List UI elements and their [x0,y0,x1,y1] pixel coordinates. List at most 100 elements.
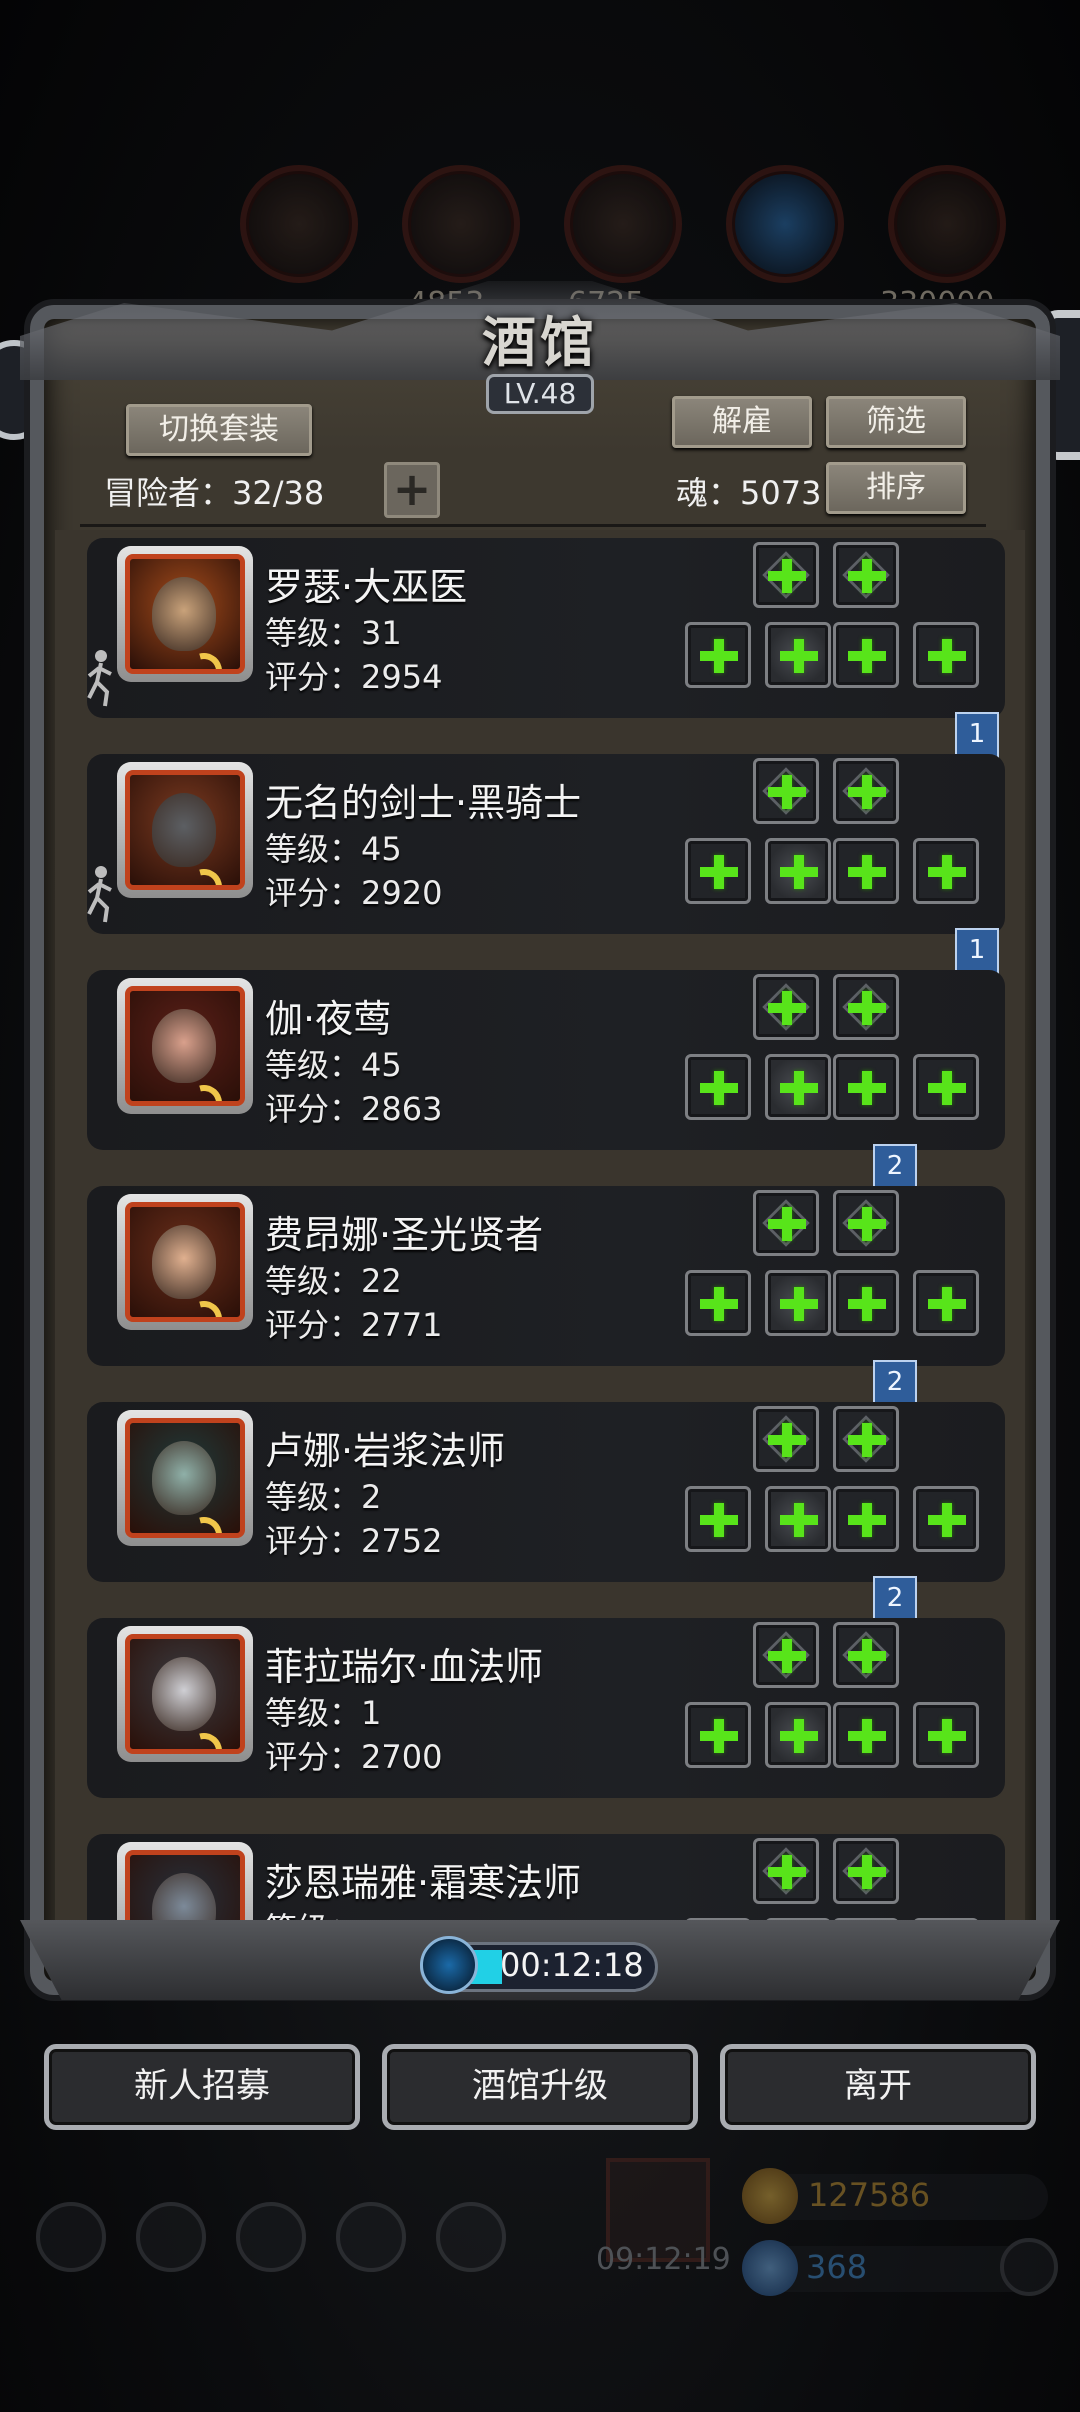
accessory-slot[interactable] [833,1838,899,1904]
green-plus-icon [848,1501,886,1537]
helmet-slot[interactable] [833,1702,899,1768]
helmet-slot[interactable] [833,1486,899,1552]
accessory-slot[interactable] [753,1190,819,1256]
green-plus-icon [700,1717,738,1753]
adventurer-card[interactable]: 卢娜·岩浆法师 等级：2 评分：2752 [87,1402,1005,1582]
adventurer-score: 评分：2920 [265,874,443,912]
green-plus-icon [848,1853,886,1889]
adventurer-name: 伽·夜莺 [265,997,392,1041]
green-plus-icon [768,773,806,809]
green-plus-icon [848,557,886,593]
boots-slot[interactable] [913,622,979,688]
armor-slot[interactable] [765,1270,831,1336]
green-plus-icon [848,853,886,889]
adventurer-card[interactable]: 莎恩瑞雅·霜寒法师等级： [87,1834,1005,1922]
weapon-slot[interactable] [685,1486,751,1552]
portrait-frame [125,1634,245,1754]
adventurer-portrait[interactable] [117,978,253,1114]
add-gems-icon[interactable] [1000,2238,1058,2296]
weapon-slot[interactable] [685,622,751,688]
green-plus-icon [700,1501,738,1537]
boots-slot[interactable] [913,1054,979,1120]
helmet-slot[interactable] [833,838,899,904]
green-plus-icon [768,1637,806,1673]
portrait-frame [125,1202,245,1322]
adventurer-card[interactable]: 罗瑟·大巫医 等级：31 评分：2954 [87,538,1005,718]
boots-slot[interactable] [913,838,979,904]
recruit-button[interactable]: 新人招募 [44,2044,360,2130]
dismiss-button[interactable]: 解雇 [672,396,812,448]
accessory-slot[interactable] [753,1622,819,1688]
dice-icon[interactable] [436,2202,506,2272]
accessory-slot[interactable] [753,1406,819,1472]
accessory-slot[interactable] [833,1190,899,1256]
adventurer-name: 莎恩瑞雅·霜寒法师 [265,1861,582,1905]
adventurer-card[interactable]: 费昂娜·圣光贤者 等级：22 评分：2771 [87,1186,1005,1366]
hero-face [152,1441,216,1515]
leave-button[interactable]: 离开 [720,2044,1036,2130]
adventurer-score: 评分：2954 [265,658,443,696]
hero-face [152,1873,216,1922]
iron-resource-icon [888,165,1006,283]
adventurer-card[interactable]: 伽·夜莺 等级：45 评分：2863 [87,970,1005,1150]
adventurer-name: 无名的剑士·黑骑士 [265,781,582,825]
green-plus-icon [768,1421,806,1457]
green-plus-icon [848,1205,886,1241]
weapon-slot[interactable] [685,1054,751,1120]
filter-button[interactable]: 筛选 [826,396,966,448]
weapon-slot[interactable] [685,838,751,904]
adventurer-portrait[interactable] [117,1194,253,1330]
armor-slot[interactable] [765,622,831,688]
stone-resource-icon [564,165,682,283]
portrait-frame [125,770,245,890]
add-slot-button[interactable]: + [384,462,440,518]
green-plus-icon [768,557,806,593]
accessory-slot[interactable] [833,974,899,1040]
accessory-slot[interactable] [833,542,899,608]
helmet-slot[interactable] [833,1054,899,1120]
food-resource-icon [240,165,358,283]
green-plus-icon [928,1501,966,1537]
boots-slot[interactable] [913,1270,979,1336]
adventurer-portrait[interactable] [117,1626,253,1762]
adventurer-name: 费昂娜·圣光贤者 [265,1213,544,1257]
armor-slot[interactable] [765,1486,831,1552]
armor-slot[interactable] [765,838,831,904]
green-plus-icon [780,1285,818,1321]
adventurer-card[interactable]: 无名的剑士·黑骑士 等级：45 评分：2920 [87,754,1005,934]
helmet-slot[interactable] [833,622,899,688]
hero-face [152,1009,216,1083]
adventurer-level: 等级：1 [265,1694,382,1732]
weapon-slot[interactable] [685,1270,751,1336]
accessory-slot[interactable] [753,542,819,608]
adventurer-list[interactable]: 罗瑟·大巫医 等级：31 评分：2954 1 无名的剑士·黑骑士 等级：45 评分：2920… [55,530,1025,1922]
adventurer-portrait[interactable] [117,1842,253,1922]
mail-icon[interactable] [336,2202,406,2272]
accessory-slot[interactable] [833,1622,899,1688]
hero-face [152,1225,216,1299]
achievement-icon[interactable] [136,2202,206,2272]
armor-slot[interactable] [765,1702,831,1768]
adventurer-card[interactable]: 菲拉瑞尔·血法师 等级：1 评分：2700 [87,1618,1005,1798]
accessory-slot[interactable] [833,758,899,824]
upgrade-tavern-button[interactable]: 酒馆升级 [382,2044,698,2130]
gate-icon[interactable] [236,2202,306,2272]
timer-text: 00:12:18 [500,1946,644,1984]
green-plus-icon [780,853,818,889]
boots-slot[interactable] [913,1702,979,1768]
armor-slot[interactable] [765,1054,831,1120]
settings-gear-icon[interactable] [36,2202,106,2272]
weapon-slot[interactable] [685,1702,751,1768]
accessory-slot[interactable] [753,1838,819,1904]
adventurer-portrait[interactable] [117,762,253,898]
switch-outfit-button[interactable]: 切换套装 [126,404,312,456]
accessory-slot[interactable] [753,758,819,824]
green-plus-icon [700,1285,738,1321]
boots-slot[interactable] [913,1486,979,1552]
sort-button[interactable]: 排序 [826,462,966,514]
adventurer-portrait[interactable] [117,1410,253,1546]
accessory-slot[interactable] [753,974,819,1040]
helmet-slot[interactable] [833,1270,899,1336]
accessory-slot[interactable] [833,1406,899,1472]
adventurer-portrait[interactable] [117,546,253,682]
